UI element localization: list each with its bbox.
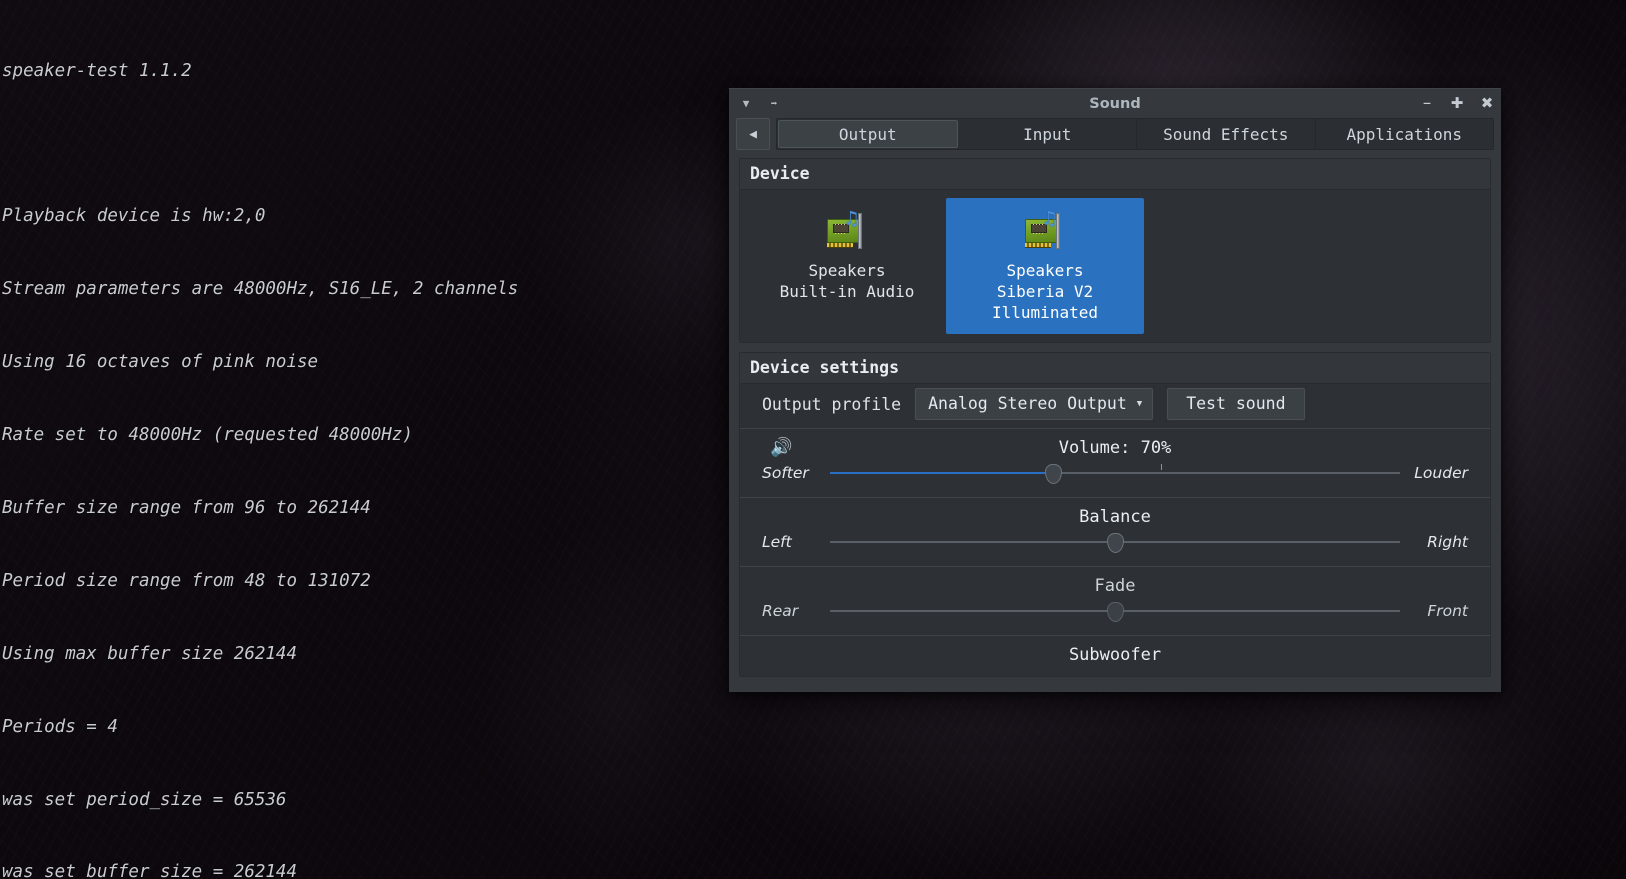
terminal-line: was set period_size = 65536 bbox=[2, 789, 287, 810]
terminal-line: speaker-test 1.1.2 bbox=[2, 60, 192, 81]
device-settings-group: Device settings Output profile Analog St… bbox=[739, 352, 1491, 677]
arrow-up-icon[interactable]: ➡ bbox=[767, 97, 781, 111]
terminal-line: Period size range from 48 to 131072 bbox=[2, 570, 371, 591]
volume-slider-handle[interactable] bbox=[1044, 464, 1062, 484]
tab-output[interactable]: Output bbox=[778, 120, 958, 148]
sound-card-icon: ♫ bbox=[823, 207, 871, 253]
device-group: Device ♫ Speakers Built-in Audio ♫ Speak… bbox=[739, 158, 1491, 343]
device-name-line1: Speakers bbox=[808, 261, 886, 280]
balance-slider[interactable] bbox=[830, 532, 1400, 553]
minimize-icon[interactable]: – bbox=[1419, 95, 1435, 112]
tab-list: Output Input Sound Effects Applications bbox=[776, 118, 1494, 150]
device-group-title: Device bbox=[740, 159, 1490, 190]
back-button[interactable]: ◀ bbox=[736, 118, 770, 150]
terminal-line: was set buffer_size = 262144 bbox=[2, 862, 298, 879]
terminal-line: Rate set to 48000Hz (requested 48000Hz) bbox=[2, 425, 413, 446]
volume-right-label: Louder bbox=[1414, 464, 1468, 482]
terminal-output[interactable]: speaker-test 1.1.2 Playback device is hw… bbox=[0, 0, 700, 879]
balance-left-label: Left bbox=[762, 533, 792, 551]
balance-slider-block: Balance Left Right bbox=[740, 498, 1490, 564]
chevron-down-icon: ▼ bbox=[1136, 398, 1143, 409]
triangle-down-icon[interactable]: ▼ bbox=[739, 97, 753, 111]
window-title: Sound bbox=[1089, 95, 1141, 112]
balance-slider-handle[interactable] bbox=[1106, 533, 1124, 553]
balance-label: Balance bbox=[1079, 507, 1151, 527]
tab-bar: ◀ Output Input Sound Effects Application… bbox=[729, 118, 1501, 150]
fade-label: Fade bbox=[1094, 576, 1136, 596]
terminal-line: Using 16 octaves of pink noise bbox=[2, 352, 319, 373]
device-name-line1: Speakers bbox=[1006, 261, 1084, 280]
volume-label: Volume: 70% bbox=[1058, 438, 1172, 458]
output-profile-row: Output profile Analog Stereo Output ▼ Te… bbox=[740, 384, 1490, 426]
device-list: ♫ Speakers Built-in Audio ♫ Speakers Sib… bbox=[748, 198, 1482, 334]
tab-input[interactable]: Input bbox=[958, 119, 1137, 149]
output-profile-select[interactable]: Analog Stereo Output ▼ bbox=[915, 388, 1154, 420]
terminal-line: Buffer size range from 96 to 262144 bbox=[2, 497, 371, 518]
output-profile-value: Analog Stereo Output bbox=[928, 394, 1127, 413]
fade-left-label: Rear bbox=[762, 602, 799, 620]
fade-slider-handle[interactable] bbox=[1106, 602, 1124, 622]
device-name-line3: Illuminated bbox=[992, 303, 1098, 322]
fade-right-label: Front bbox=[1427, 602, 1468, 620]
device-item-builtin[interactable]: ♫ Speakers Built-in Audio bbox=[748, 198, 946, 334]
balance-right-label: Right bbox=[1427, 533, 1468, 551]
fade-slider[interactable] bbox=[830, 601, 1400, 622]
titlebar-left-icons: ▼ ➡ bbox=[739, 97, 781, 111]
terminal-line: Periods = 4 bbox=[2, 716, 118, 737]
maximize-icon[interactable]: ✚ bbox=[1449, 96, 1465, 112]
volume-slider[interactable] bbox=[830, 463, 1400, 484]
tab-sound-effects[interactable]: Sound Effects bbox=[1137, 119, 1316, 149]
sound-settings-window[interactable]: ▼ ➡ Sound – ✚ ✖ ◀ Output Input Sound Eff… bbox=[729, 88, 1501, 692]
volume-slider-block: 🔊 Volume: 70% Softer Louder bbox=[740, 429, 1490, 495]
speaker-icon[interactable]: 🔊 bbox=[770, 438, 792, 458]
terminal-line: Stream parameters are 48000Hz, S16_LE, 2… bbox=[2, 279, 519, 300]
window-body: Device ♫ Speakers Built-in Audio ♫ Speak… bbox=[729, 150, 1501, 692]
test-sound-button[interactable]: Test sound bbox=[1167, 388, 1305, 420]
terminal-line: Using max buffer size 262144 bbox=[2, 643, 298, 664]
fade-slider-block: Fade Rear Front bbox=[740, 567, 1490, 633]
device-item-siberia[interactable]: ♫ Speakers Siberia V2 Illuminated bbox=[946, 198, 1144, 334]
close-icon[interactable]: ✖ bbox=[1479, 96, 1495, 112]
volume-left-label: Softer bbox=[762, 464, 809, 482]
output-profile-label: Output profile bbox=[762, 394, 902, 414]
device-settings-title: Device settings bbox=[740, 353, 1490, 384]
device-name-line2: Built-in Audio bbox=[779, 282, 915, 301]
terminal-line: Playback device is hw:2,0 bbox=[2, 206, 266, 227]
window-titlebar[interactable]: ▼ ➡ Sound – ✚ ✖ bbox=[729, 89, 1501, 118]
subwoofer-slider-block: Subwoofer bbox=[740, 636, 1490, 676]
device-group-body: ♫ Speakers Built-in Audio ♫ Speakers Sib… bbox=[740, 190, 1490, 342]
device-name-line2: Siberia V2 bbox=[996, 282, 1094, 301]
window-controls: – ✚ ✖ bbox=[1419, 95, 1495, 112]
tab-applications[interactable]: Applications bbox=[1315, 119, 1493, 149]
subwoofer-label: Subwoofer bbox=[1068, 645, 1162, 665]
sound-card-icon: ♫ bbox=[1021, 207, 1069, 253]
